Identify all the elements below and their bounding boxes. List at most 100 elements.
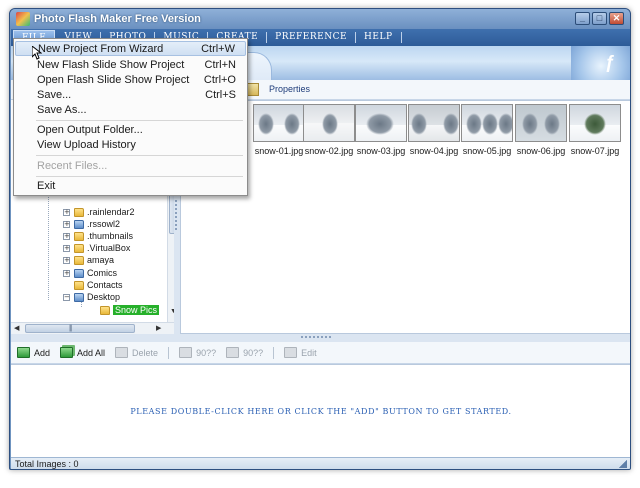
rotate-left-button[interactable]: 90?? bbox=[179, 347, 216, 358]
expand-toggle[interactable]: + bbox=[63, 269, 70, 277]
scroll-grip-icon: ||| bbox=[69, 325, 73, 332]
menu-item-label: View Upload History bbox=[37, 138, 136, 151]
folder-icon bbox=[100, 305, 110, 315]
thumbnail-item[interactable]: snow-04.jpg bbox=[408, 104, 460, 162]
expand-toggle[interactable]: + bbox=[63, 244, 70, 252]
desktop-icon bbox=[74, 292, 84, 302]
add-label: Add bbox=[34, 347, 51, 358]
add-all-button[interactable]: Add All bbox=[60, 347, 105, 358]
thumbnail-label: snow-07.jpg bbox=[570, 146, 620, 156]
menu-item-label: Save As... bbox=[37, 103, 87, 116]
minimize-button[interactable]: _ bbox=[575, 12, 590, 25]
tree-item-selected[interactable]: Snow Pics bbox=[100, 304, 160, 316]
thumbnail-item[interactable]: snow-02.jpg bbox=[303, 104, 355, 162]
delete-button[interactable]: Delete bbox=[115, 347, 158, 358]
rotate-right-button[interactable]: 90?? bbox=[226, 347, 263, 358]
edit-text-icon bbox=[284, 347, 298, 358]
add-image-icon bbox=[17, 347, 30, 358]
menu-view-upload-history[interactable]: View Upload History bbox=[15, 137, 246, 152]
properties-icon[interactable] bbox=[247, 83, 259, 96]
scroll-left-icon[interactable]: ◀ bbox=[14, 324, 19, 332]
expand-toggle[interactable]: + bbox=[63, 220, 70, 228]
thumbnail-image bbox=[461, 104, 513, 142]
tree-item[interactable]: Contacts bbox=[63, 279, 123, 291]
rotate-right-label: 90?? bbox=[243, 347, 264, 358]
thumbnail-image bbox=[355, 104, 407, 142]
get-started-hint: Please double-click here or click the "A… bbox=[130, 407, 512, 416]
photo-drop-area[interactable]: Please double-click here or click the "A… bbox=[11, 364, 630, 457]
delete-icon bbox=[115, 347, 129, 358]
splitter-grip bbox=[301, 336, 331, 339]
tree-item[interactable]: + .thumbnails bbox=[63, 230, 133, 242]
title-bar[interactable]: Photo Flash Maker Free Version _ □ ✕ bbox=[10, 9, 630, 29]
close-button[interactable]: ✕ bbox=[609, 12, 624, 25]
scroll-right-icon[interactable]: ▶ bbox=[156, 324, 161, 332]
flash-logo-icon: ƒ bbox=[604, 52, 615, 72]
menu-item-shortcut: Ctrl+S bbox=[205, 88, 236, 101]
menu-item-label: Recent Files... bbox=[37, 159, 108, 172]
tree-item-label: .rainlendar2 bbox=[87, 207, 135, 217]
thumbnail-label: snow-06.jpg bbox=[516, 146, 566, 156]
tree-item[interactable]: + .rssowl2 bbox=[63, 218, 120, 230]
resize-grip-icon[interactable] bbox=[619, 460, 627, 468]
thumbnail-label: snow-03.jpg bbox=[356, 146, 406, 156]
tree-item[interactable]: + .VirtualBox bbox=[63, 242, 130, 254]
rotate-left-label: 90?? bbox=[196, 347, 217, 358]
thumbnail-item[interactable]: snow-03.jpg bbox=[355, 104, 407, 162]
properties-button[interactable]: Properties bbox=[269, 84, 310, 94]
expand-toggle[interactable]: + bbox=[63, 208, 70, 216]
menu-save[interactable]: Save... Ctrl+S bbox=[15, 87, 246, 102]
toolbar-separator bbox=[273, 346, 275, 359]
tree-item[interactable]: + amaya bbox=[63, 254, 114, 266]
menu-open-flash-slide-show-project[interactable]: Open Flash Slide Show Project Ctrl+O bbox=[15, 72, 246, 87]
delete-label: Delete bbox=[132, 347, 159, 358]
menu-save-as[interactable]: Save As... bbox=[15, 102, 246, 117]
thumbnail-image bbox=[569, 104, 621, 142]
folder-icon bbox=[74, 219, 84, 229]
menu-item-label: Save... bbox=[37, 88, 72, 101]
ribbon-decoration: ƒ bbox=[571, 46, 630, 80]
splitter-grip bbox=[175, 200, 178, 230]
menu-exit[interactable]: Exit bbox=[15, 178, 246, 193]
expand-toggle[interactable]: + bbox=[63, 232, 70, 240]
tree-item[interactable]: + .rainlendar2 bbox=[63, 206, 135, 218]
thumbnail-label: snow-05.jpg bbox=[462, 146, 512, 156]
thumbnail-item[interactable]: snow-06.jpg bbox=[515, 104, 567, 162]
tree-item-label: .VirtualBox bbox=[87, 243, 131, 253]
menu-new-project-from-wizard[interactable]: New Project From Wizard Ctrl+W bbox=[15, 41, 246, 56]
tree-item-label: amaya bbox=[87, 255, 115, 265]
thumbnail-item[interactable]: snow-07.jpg bbox=[569, 104, 621, 162]
app-logo-icon bbox=[16, 12, 30, 26]
collapse-toggle[interactable]: − bbox=[63, 293, 70, 301]
menu-new-flash-slide-show-project[interactable]: New Flash Slide Show Project Ctrl+N bbox=[15, 57, 246, 72]
folder-icon bbox=[74, 280, 84, 290]
total-images-count: Total Images : 0 bbox=[15, 459, 79, 469]
thumbnail-image bbox=[303, 104, 355, 142]
menu-item-label: Open Output Folder... bbox=[37, 123, 143, 136]
menu-open-output-folder[interactable]: Open Output Folder... bbox=[15, 122, 246, 137]
horizontal-splitter[interactable] bbox=[11, 334, 630, 342]
thumbnail-image bbox=[515, 104, 567, 142]
scroll-thumb[interactable] bbox=[25, 324, 135, 333]
folder-icon bbox=[74, 268, 84, 278]
thumbnail-item[interactable]: snow-01.jpg bbox=[253, 104, 305, 162]
tree-item[interactable]: − Desktop bbox=[63, 291, 120, 303]
thumbnail-label: snow-02.jpg bbox=[304, 146, 354, 156]
thumbnail-item[interactable]: snow-05.jpg bbox=[461, 104, 513, 162]
add-button[interactable]: Add bbox=[17, 347, 50, 358]
expand-toggle[interactable]: + bbox=[63, 256, 70, 264]
status-bar: Total Images : 0 bbox=[11, 457, 630, 469]
menu-separator bbox=[400, 32, 402, 43]
menu-preference[interactable]: Preference bbox=[267, 30, 355, 45]
thumbnail-image bbox=[253, 104, 305, 142]
tree-item-label: Comics bbox=[87, 268, 118, 278]
edit-button[interactable]: Edit bbox=[284, 347, 317, 358]
menu-item-label: New Project From Wizard bbox=[38, 42, 164, 55]
tree-item-label: Desktop bbox=[87, 292, 121, 302]
menu-help[interactable]: Help bbox=[356, 30, 400, 45]
add-all-images-icon bbox=[60, 347, 74, 358]
maximize-button[interactable]: □ bbox=[592, 12, 607, 25]
tree-item[interactable]: + Comics bbox=[63, 267, 117, 279]
tree-item-label: .thumbnails bbox=[87, 231, 134, 241]
tree-horizontal-scrollbar[interactable]: ◀ ||| ▶ bbox=[11, 322, 179, 334]
